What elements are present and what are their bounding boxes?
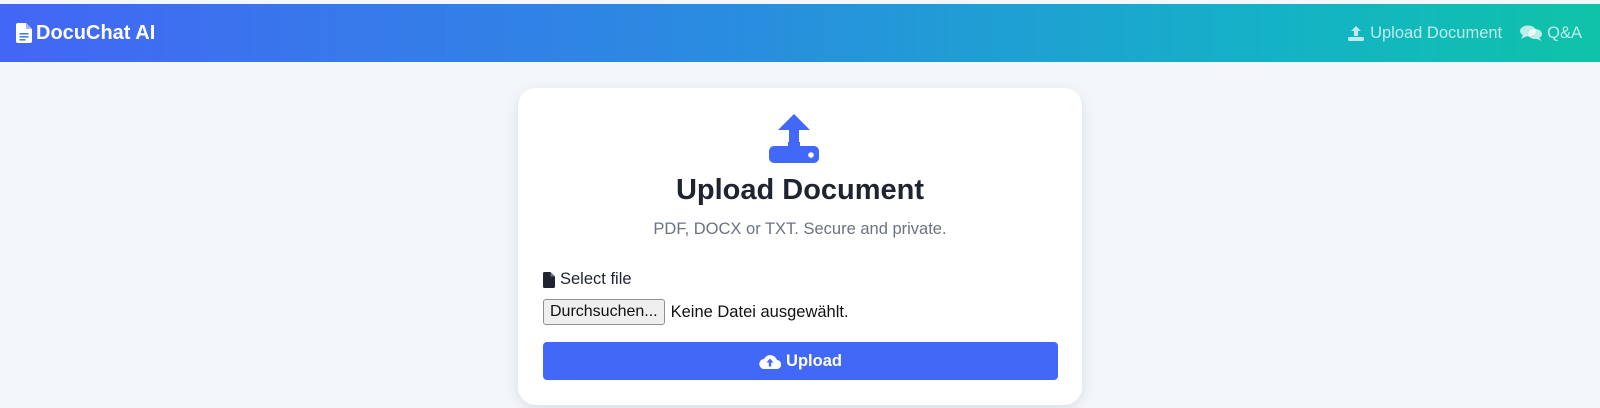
brand-title: DocuChat AI [36,21,156,44]
card-title: Upload Document [675,174,925,206]
upload-button[interactable]: Upload [543,342,1058,380]
file-status-text: Keine Datei ausgewählt. [670,302,849,321]
upload-card: Upload Document PDF, DOCX or TXT. Secure… [518,88,1082,405]
brand-link[interactable]: DocuChat AI [16,22,155,45]
navbar: DocuChat AI Upload Document Q&A [0,4,1600,62]
nav-link-qa-label: Q&A [1547,23,1582,42]
nav-links: Upload Document Q&A [1347,24,1582,43]
card-subtitle: PDF, DOCX or TXT. Secure and private. [653,220,947,238]
file-input[interactable]: Durchsuchen... Keine Datei ausgewählt. [543,299,849,325]
nav-link-upload-label: Upload Document [1370,23,1503,42]
nav-link-qa[interactable]: Q&A [1520,24,1582,43]
upload-drive-icon [769,114,819,163]
browse-button[interactable]: Durchsuchen... [543,299,665,325]
file-field-label: Select file [543,270,632,289]
file-field-label-text: Select file [560,270,632,288]
upload-button-label: Upload [786,351,842,370]
cloud-upload-icon [759,355,782,369]
upload-icon [1348,26,1365,41]
file-text-icon [16,23,32,43]
file-icon [543,271,555,288]
chat-bubbles-icon [1520,25,1543,41]
nav-link-upload[interactable]: Upload Document [1347,24,1502,43]
